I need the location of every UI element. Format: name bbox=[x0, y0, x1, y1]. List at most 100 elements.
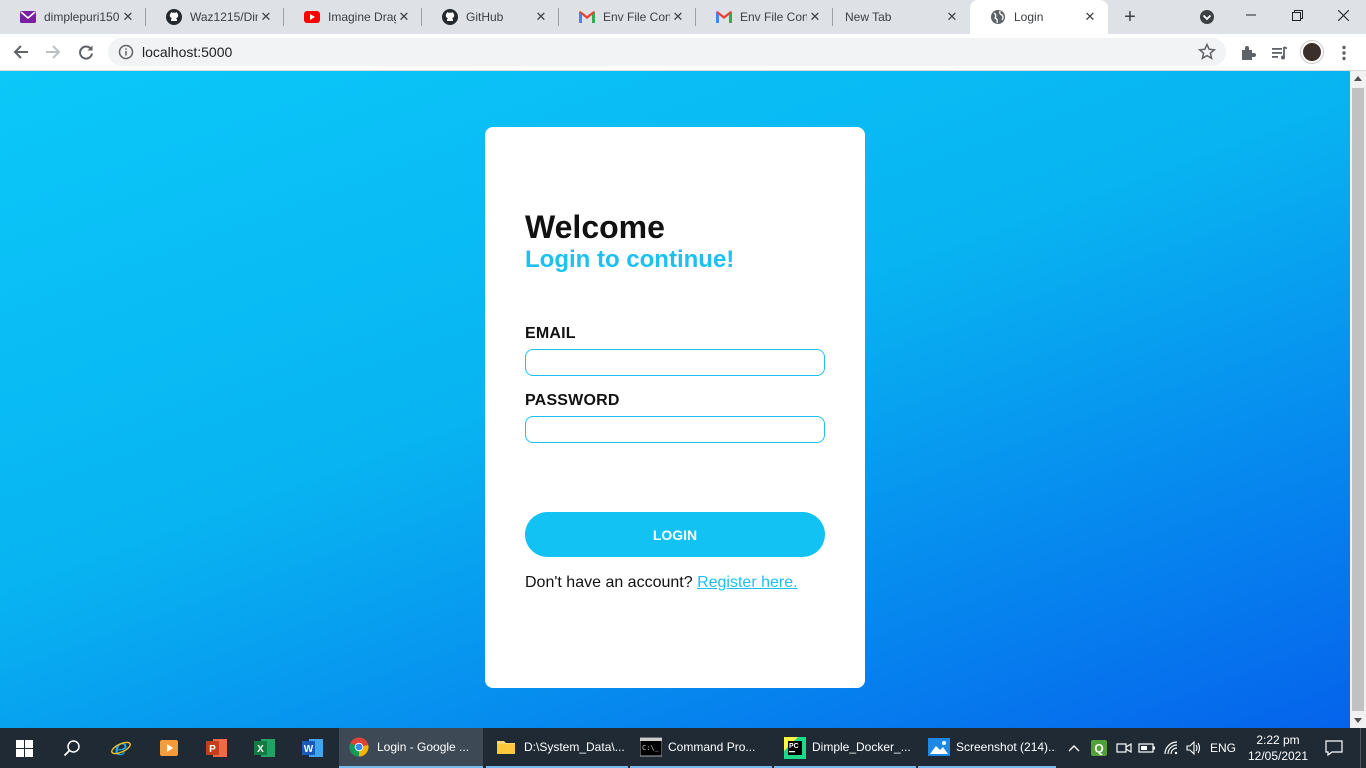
back-arrow-icon[interactable] bbox=[8, 39, 34, 65]
meet-now-icon[interactable] bbox=[1115, 728, 1133, 768]
tab-close-icon[interactable]: ✕ bbox=[670, 9, 686, 25]
address-bar[interactable]: localhost:5000 bbox=[108, 38, 1226, 66]
show-desktop-button[interactable] bbox=[1360, 728, 1366, 768]
taskbar-app-chrome[interactable]: Login - Google ... bbox=[339, 728, 483, 768]
tab-close-icon[interactable]: ✕ bbox=[533, 9, 549, 25]
password-field[interactable] bbox=[525, 416, 825, 443]
taskbar-app-label: Screenshot (214)... bbox=[956, 740, 1056, 754]
page-scrollbar[interactable] bbox=[1350, 71, 1366, 728]
folder-icon bbox=[496, 737, 516, 757]
new-tab-plus-icon[interactable]: + bbox=[1118, 5, 1142, 29]
taskbar-app-cmd[interactable]: C:\_ Command Pro... bbox=[630, 728, 772, 768]
volume-icon[interactable] bbox=[1185, 728, 1203, 768]
tab-title: Env File Conte bbox=[740, 10, 807, 24]
password-label: PASSWORD bbox=[525, 392, 620, 409]
tab-new-tab[interactable]: New Tab ✕ bbox=[833, 0, 970, 34]
forward-arrow-icon[interactable] bbox=[40, 39, 66, 65]
start-button[interactable] bbox=[13, 728, 35, 768]
login-button[interactable]: LOGIN bbox=[525, 512, 825, 557]
taskbar-clock[interactable]: 2:22 pm 12/05/2021 bbox=[1246, 732, 1310, 764]
taskbar-internet-explorer[interactable]: e bbox=[110, 728, 132, 768]
site-info-icon[interactable] bbox=[118, 44, 134, 60]
reload-icon[interactable] bbox=[73, 39, 99, 65]
taskbar-app-pycharm[interactable]: PC Dimple_Docker_... bbox=[774, 728, 916, 768]
gmail-icon bbox=[20, 9, 36, 25]
taskbar-powerpoint[interactable]: P bbox=[206, 728, 228, 768]
chrome-icon bbox=[349, 737, 369, 757]
tab-close-icon[interactable]: ✕ bbox=[120, 9, 136, 25]
tab-close-icon[interactable]: ✕ bbox=[258, 9, 274, 25]
tab-env-file-2[interactable]: Env File Conte ✕ bbox=[696, 0, 833, 34]
search-icon bbox=[61, 737, 83, 759]
svg-text:C:\_: C:\_ bbox=[642, 744, 660, 752]
scrollbar-thumb[interactable] bbox=[1352, 88, 1364, 711]
tab-github-waz1215[interactable]: Waz1215/Dim ✕ bbox=[146, 0, 284, 34]
gmail-icon bbox=[716, 9, 732, 25]
tab-title: Env File Conte bbox=[603, 10, 670, 24]
login-subtitle: Login to continue! bbox=[525, 246, 735, 273]
notifications-icon[interactable] bbox=[1322, 728, 1346, 768]
svg-text:X: X bbox=[257, 744, 264, 755]
photos-icon bbox=[928, 737, 950, 757]
register-link[interactable]: Register here. bbox=[697, 574, 798, 591]
tab-title: Imagine Drag bbox=[328, 10, 396, 24]
taskbar-app-label: Command Pro... bbox=[668, 740, 756, 754]
login-card: Welcome Login to continue! EMAIL PASSWOR… bbox=[485, 127, 865, 688]
email-field[interactable] bbox=[525, 349, 825, 376]
tab-youtube[interactable]: Imagine Drag ✕ bbox=[284, 0, 422, 34]
tab-title: GitHub bbox=[466, 10, 504, 24]
word-icon: W bbox=[302, 737, 324, 759]
tab-env-file-1[interactable]: Env File Conte ✕ bbox=[559, 0, 696, 34]
profile-avatar[interactable] bbox=[1301, 41, 1323, 63]
taskbar-media-player[interactable] bbox=[158, 728, 180, 768]
svg-text:e: e bbox=[114, 737, 127, 759]
media-player-icon bbox=[158, 737, 180, 759]
svg-text:PC: PC bbox=[789, 743, 799, 750]
globe-icon bbox=[990, 9, 1006, 25]
browser-toolbar: localhost:5000 bbox=[0, 34, 1366, 71]
wifi-icon[interactable] bbox=[1163, 728, 1181, 768]
taskbar-app-explorer[interactable]: D:\System_Data\... bbox=[486, 728, 628, 768]
language-indicator[interactable]: ENG bbox=[1208, 728, 1238, 768]
taskbar-excel[interactable]: X bbox=[254, 728, 276, 768]
tab-close-icon[interactable]: ✕ bbox=[944, 9, 960, 25]
clock-date: 12/05/2021 bbox=[1247, 749, 1309, 763]
windows-logo-icon bbox=[13, 737, 35, 759]
qlik-tray-icon[interactable]: Q bbox=[1090, 728, 1108, 768]
tab-close-icon[interactable]: ✕ bbox=[396, 9, 412, 25]
scroll-up-arrow-icon[interactable] bbox=[1354, 76, 1362, 81]
welcome-heading: Welcome bbox=[525, 209, 665, 245]
tab-title: New Tab bbox=[845, 10, 892, 24]
scroll-down-arrow-icon[interactable] bbox=[1354, 718, 1362, 723]
close-window-icon[interactable] bbox=[1320, 0, 1366, 30]
tab-gmail-dimplepuri[interactable]: dimplepuri150 ✕ bbox=[0, 0, 146, 34]
tab-login[interactable]: Login ✕ bbox=[970, 0, 1108, 34]
taskbar-app-label: Login - Google ... bbox=[377, 740, 470, 754]
show-hidden-icons-chevron-icon[interactable] bbox=[1066, 728, 1082, 768]
bookmark-star-icon[interactable] bbox=[1197, 42, 1217, 61]
battery-icon[interactable] bbox=[1138, 728, 1156, 768]
svg-text:Q: Q bbox=[1094, 742, 1103, 756]
media-control-icon[interactable] bbox=[1269, 42, 1291, 64]
taskbar-search-button[interactable] bbox=[61, 728, 83, 768]
tab-search-icon[interactable] bbox=[1197, 7, 1217, 27]
tab-github[interactable]: GitHub ✕ bbox=[422, 0, 559, 34]
taskbar-app-photos[interactable]: Screenshot (214)... bbox=[918, 728, 1056, 768]
internet-explorer-icon: e bbox=[110, 737, 132, 759]
restore-icon[interactable] bbox=[1274, 0, 1320, 30]
pycharm-icon: PC bbox=[784, 737, 806, 759]
tab-title: dimplepuri150 bbox=[44, 10, 120, 24]
tab-close-icon[interactable]: ✕ bbox=[807, 9, 823, 25]
tab-close-icon[interactable]: ✕ bbox=[1082, 9, 1098, 25]
extensions-puzzle-icon[interactable] bbox=[1237, 42, 1259, 64]
clock-time: 2:22 pm bbox=[1256, 733, 1300, 747]
email-label: EMAIL bbox=[525, 325, 576, 342]
page-background: Welcome Login to continue! EMAIL PASSWOR… bbox=[0, 71, 1350, 728]
svg-text:W: W bbox=[304, 744, 314, 755]
windows-taskbar: e P X W Login - Google ... D:\System_Dat… bbox=[0, 728, 1366, 768]
minimize-icon[interactable] bbox=[1228, 0, 1274, 30]
svg-text:P: P bbox=[209, 744, 216, 755]
more-menu-icon[interactable] bbox=[1333, 42, 1355, 64]
register-prompt: Don't have an account? Register here. bbox=[525, 574, 798, 592]
taskbar-word[interactable]: W bbox=[302, 728, 324, 768]
